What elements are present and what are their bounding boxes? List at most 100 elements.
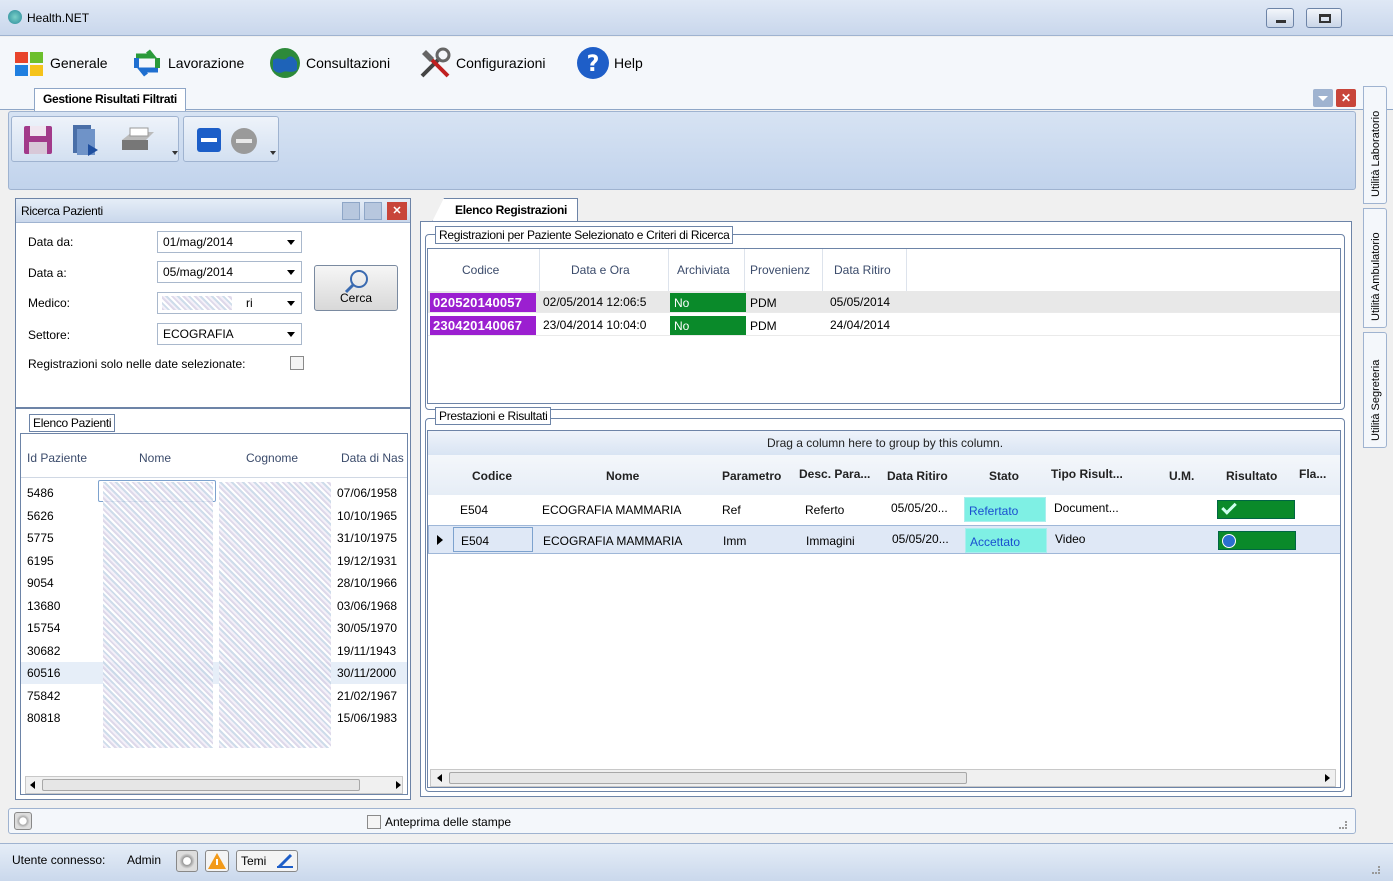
reg-col-archiviata[interactable]: Archiviata: [677, 263, 730, 277]
reg-col-data[interactable]: Data e Ora: [571, 263, 630, 277]
panel-dropdown-button[interactable]: [342, 202, 360, 220]
warning-icon[interactable]: [205, 850, 229, 872]
scroll-right-icon[interactable]: [1325, 774, 1330, 782]
solo-date-checkbox[interactable]: [290, 356, 304, 370]
table-row[interactable]: E504 ECOGRAFIA MAMMARIA Imm Immagini 05/05/2…: [428, 525, 1340, 554]
reg-col-provenienza[interactable]: Provenienz: [750, 263, 810, 277]
result-play-button[interactable]: [1218, 531, 1296, 550]
res-col-codice[interactable]: Codice: [472, 469, 512, 483]
col-id-paziente[interactable]: Id Paziente: [27, 451, 87, 465]
table-row[interactable]: 75842 21/02/1967: [21, 685, 407, 707]
tab-close-button[interactable]: ✕: [1336, 89, 1356, 107]
side-tab-segreteria[interactable]: Utilità Segreteria: [1363, 332, 1387, 448]
table-row[interactable]: 6195 19/12/1931: [21, 550, 407, 572]
settings-gear-icon[interactable]: [14, 812, 32, 830]
data-a-field[interactable]: 05/mag/2014: [157, 261, 302, 283]
res-col-parametro[interactable]: Parametro: [722, 469, 781, 483]
resize-grip-icon[interactable]: [1339, 821, 1347, 829]
tools-icon: [420, 47, 451, 78]
col-cognome[interactable]: Cognome: [246, 451, 298, 465]
patient-birthdate: 10/10/1965: [337, 508, 398, 523]
registrations-tab[interactable]: Elenco Registrazioni: [432, 198, 579, 222]
resize-grip-icon-2[interactable]: [1372, 866, 1380, 874]
search-panel: Ricerca Pazienti ✕ Data da: 01/mag/2014 …: [15, 198, 411, 408]
toolbar-overflow-icon-2[interactable]: [270, 151, 276, 157]
res-col-risultato[interactable]: Risultato: [1226, 469, 1277, 483]
patients-title: Elenco Pazienti: [29, 414, 116, 432]
tab-menu-button[interactable]: [1313, 89, 1333, 107]
table-row[interactable]: 5486 07/06/1958: [21, 480, 407, 504]
col-nome[interactable]: Nome: [139, 451, 171, 465]
res-col-stato[interactable]: Stato: [989, 469, 1019, 483]
col-data-nascita[interactable]: Data di Nas: [341, 451, 404, 465]
form-button[interactable]: [196, 127, 222, 153]
menu-consultazioni[interactable]: Consultazioni: [268, 45, 390, 81]
data-da-field[interactable]: 01/mag/2014: [157, 231, 302, 253]
menu-help[interactable]: ? Help: [576, 45, 643, 81]
save-button[interactable]: [20, 122, 56, 158]
scroll-right-icon[interactable]: [396, 781, 401, 789]
side-tab-ambulatorio[interactable]: Utilità Ambulatorio: [1363, 208, 1387, 328]
scroll-thumb[interactable]: [42, 779, 360, 791]
table-row[interactable]: 5775 31/10/1975: [21, 527, 407, 549]
side-tab-laboratorio[interactable]: Utilità Laboratorio: [1363, 86, 1387, 204]
table-row[interactable]: 9054 28/10/1966: [21, 572, 407, 594]
cancel-button[interactable]: [230, 127, 258, 155]
help-icon: ?: [577, 47, 609, 79]
menu-configurazioni[interactable]: Configurazioni: [418, 45, 546, 81]
solo-date-label: Registrazioni solo nelle date selezionat…: [28, 357, 246, 371]
table-row[interactable]: 230420140067 23/04/2014 10:04:0 No PDM 24/04…: [428, 314, 1340, 336]
table-row[interactable]: 60516 30/11/2000: [21, 662, 407, 684]
panel-pin-button[interactable]: [364, 202, 382, 220]
patients-hscrollbar[interactable]: [25, 776, 403, 794]
table-row[interactable]: E504 ECOGRAFIA MAMMARIA Ref Referto 05/05/20…: [428, 495, 1340, 524]
patient-birthdate: 31/10/1975: [337, 531, 398, 545]
tab-gestione-risultati[interactable]: Gestione Risultati Filtrati: [34, 88, 186, 111]
result-check-button[interactable]: [1217, 499, 1295, 519]
patient-birthdate: 07/06/1958: [337, 486, 398, 500]
print-button[interactable]: [118, 122, 154, 158]
results-hscrollbar[interactable]: [430, 769, 1336, 787]
table-row[interactable]: 5626 10/10/1965: [21, 505, 407, 527]
patient-id: 5486: [27, 486, 54, 500]
table-row[interactable]: 13680 03/06/1968: [21, 595, 407, 617]
res-col-flag[interactable]: Fla...: [1299, 467, 1326, 481]
res-col-um[interactable]: U.M.: [1169, 469, 1194, 483]
panel-close-button[interactable]: ✕: [387, 202, 407, 220]
side-tab-segreteria-label: Utilità Segreteria: [1370, 359, 1382, 441]
toolbar-overflow-icon[interactable]: [172, 151, 178, 157]
reg-col-codice[interactable]: Codice: [462, 263, 499, 277]
temi-button[interactable]: Temi: [236, 850, 298, 872]
user-label: Utente connesso:: [12, 853, 106, 867]
cerca-button[interactable]: Cerca: [314, 265, 398, 311]
redacted-nomi: [103, 482, 213, 748]
menu-lavorazione[interactable]: Lavorazione: [130, 45, 244, 81]
reg-ritiro: 24/04/2014: [830, 318, 891, 332]
table-row[interactable]: 80818 15/06/1983: [21, 707, 407, 729]
settings-gear-icon-2[interactable]: [176, 850, 198, 872]
menu-generale[interactable]: Generale: [12, 45, 108, 81]
data-a-value: 05/mag/2014: [163, 265, 234, 279]
table-row[interactable]: 020520140057 02/05/2014 12:06:5 No PDM 05/05…: [428, 291, 1340, 313]
scroll-thumb[interactable]: [449, 772, 967, 784]
settore-select[interactable]: ECOGRAFIA: [157, 323, 302, 345]
medico-select[interactable]: ri: [157, 292, 302, 314]
user-value: Admin: [127, 853, 162, 867]
res-col-tipo[interactable]: Tipo Risult...: [1051, 467, 1123, 481]
preview-checkbox[interactable]: [367, 815, 381, 829]
table-row[interactable]: 15754 30/05/1970: [21, 617, 407, 639]
res-col-ritiro[interactable]: Data Ritiro: [887, 469, 948, 483]
export-button[interactable]: [68, 122, 104, 158]
res-col-desc[interactable]: Desc. Para...: [799, 467, 870, 481]
minimize-button[interactable]: [1266, 8, 1294, 28]
redacted-cognomi: [219, 482, 331, 748]
table-row[interactable]: 30682 19/11/1943: [21, 640, 407, 662]
scroll-left-icon[interactable]: [437, 774, 442, 782]
res-col-nome[interactable]: Nome: [606, 469, 639, 483]
reg-ritiro: 05/05/2014: [830, 295, 891, 309]
scroll-left-icon[interactable]: [30, 781, 35, 789]
cerca-label: Cerca: [339, 291, 372, 305]
maximize-button[interactable]: [1306, 8, 1342, 28]
group-by-panel[interactable]: Drag a column here to group by this colu…: [428, 431, 1340, 455]
reg-col-ritiro[interactable]: Data Ritiro: [834, 263, 891, 277]
